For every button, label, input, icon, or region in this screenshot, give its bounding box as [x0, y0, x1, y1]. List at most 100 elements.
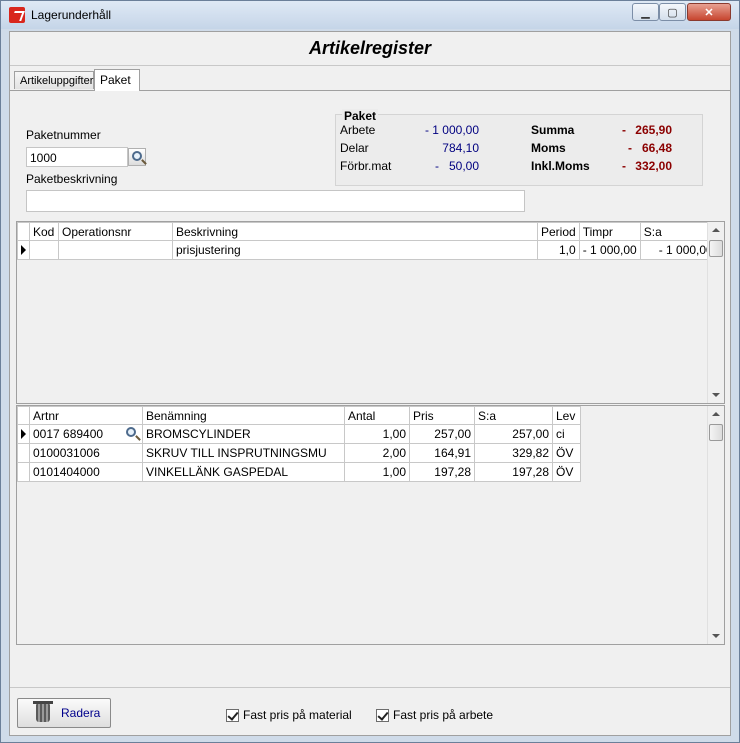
parts-grid[interactable]: Artnr Benämning Antal Pris S:a Lev 0017 …	[16, 405, 725, 645]
client-area: Artikelregister Artikeluppgifter Paket P…	[9, 31, 731, 736]
minimize-button[interactable]: ▁	[632, 3, 659, 21]
cell-sa[interactable]: 329,82	[474, 443, 553, 463]
maximize-icon: ▢	[667, 6, 678, 19]
column-header-lev[interactable]: Lev	[552, 406, 581, 425]
cell-artnr[interactable]: 0101404000	[29, 462, 143, 482]
bottom-bar: Radera Fast pris på material Fast pris p…	[10, 687, 730, 735]
app-window: Lagerunderhåll ▁ ▢ ✕ Artikelregister Art…	[0, 0, 740, 743]
table-row[interactable]: 0100031006 SKRUV TILL INSPRUTNINGSMU 2,0…	[17, 443, 581, 463]
package-lookup-button[interactable]	[128, 148, 146, 166]
checkbox-checked-icon[interactable]	[226, 708, 239, 722]
fixed-price-labor-checkbox[interactable]: Fast pris på arbete	[376, 708, 493, 722]
trash-bin-icon	[33, 701, 53, 722]
cell-beskrivning[interactable]: prisjustering	[172, 240, 538, 260]
total-label-moms: Moms	[531, 141, 566, 155]
magnifier-icon	[126, 427, 136, 437]
cell-pris[interactable]: 197,28	[409, 462, 475, 482]
column-header-antal[interactable]: Antal	[344, 406, 410, 425]
cell-benamning[interactable]: SKRUV TILL INSPRUTNINGSMU	[142, 443, 345, 463]
row-selector-header	[17, 222, 30, 241]
cell-antal[interactable]: 1,00	[344, 462, 410, 482]
table-row[interactable]: prisjustering 1,0 - 1 000,00 - 1 000,00	[17, 240, 717, 260]
row-selector[interactable]	[17, 443, 30, 463]
cell-kod[interactable]	[29, 240, 59, 260]
table-row[interactable]: 0017 689400 BROMSCYLINDER 1,00 257,00 25…	[17, 424, 581, 444]
parts-table: Artnr Benämning Antal Pris S:a Lev 0017 …	[17, 406, 581, 482]
cell-timpr[interactable]: - 1 000,00	[578, 240, 641, 260]
row-selector[interactable]	[17, 240, 30, 260]
cell-pris[interactable]: 257,00	[409, 424, 475, 444]
maximize-button[interactable]: ▢	[659, 3, 686, 21]
column-header-operationsnr[interactable]: Operationsnr	[58, 222, 173, 241]
close-icon: ✕	[704, 6, 714, 19]
current-row-arrow-icon	[21, 245, 26, 255]
summary-value-delar: 784,10	[442, 141, 479, 155]
row-selector[interactable]	[17, 424, 30, 444]
cell-lev[interactable]: ÖV	[552, 462, 581, 482]
cell-pris[interactable]: 164,91	[409, 443, 475, 463]
cell-sa[interactable]: 197,28	[474, 462, 553, 482]
summary-label-forbrmat: Förbr.mat	[340, 159, 392, 173]
operations-scrollbar[interactable]	[707, 222, 724, 403]
scroll-thumb[interactable]	[709, 240, 723, 257]
magnifier-icon	[132, 151, 142, 161]
title-bar[interactable]: Lagerunderhåll ▁ ▢ ✕	[1, 1, 739, 29]
summary-title: Paket	[342, 109, 379, 123]
cell-sa[interactable]: 257,00	[474, 424, 553, 444]
package-summary-group: Paket Arbete - 1 000,00 Delar 784,10 För…	[335, 109, 703, 186]
column-header-artnr[interactable]: Artnr	[29, 406, 143, 425]
cell-antal[interactable]: 1,00	[344, 424, 410, 444]
operations-grid[interactable]: Kod Operationsnr Beskrivning Period Timp…	[16, 221, 725, 404]
scroll-up-icon[interactable]	[712, 228, 720, 232]
column-header-pris[interactable]: Pris	[409, 406, 475, 425]
cell-period[interactable]: 1,0	[537, 240, 580, 260]
table-row[interactable]: 0101404000 VINKELLÄNK GASPEDAL 1,00 197,…	[17, 462, 581, 482]
column-header-period[interactable]: Period	[537, 222, 580, 241]
scroll-thumb[interactable]	[709, 424, 723, 441]
cell-artnr[interactable]: 0017 689400	[29, 424, 143, 444]
cell-antal[interactable]: 2,00	[344, 443, 410, 463]
window-title: Lagerunderhåll	[31, 8, 112, 22]
row-selector-header	[17, 406, 30, 425]
artnr-lookup-button[interactable]	[123, 425, 140, 442]
total-value-summa: 265,90	[635, 123, 672, 137]
row-selector[interactable]	[17, 462, 30, 482]
scroll-down-icon[interactable]	[712, 634, 720, 638]
minimize-icon: ▁	[641, 6, 650, 19]
app-logo-icon	[9, 7, 25, 23]
cell-benamning[interactable]: VINKELLÄNK GASPEDAL	[142, 462, 345, 482]
package-number-label: Paketnummer	[26, 128, 101, 142]
close-button[interactable]: ✕	[687, 3, 731, 21]
cell-artnr-text: 0017 689400	[33, 427, 104, 441]
summary-label-delar: Delar	[340, 141, 369, 155]
cell-sa[interactable]: - 1 000,00	[639, 240, 717, 260]
column-header-benamning[interactable]: Benämning	[142, 406, 345, 425]
delete-button-label: Radera	[61, 706, 101, 720]
parts-header-row: Artnr Benämning Antal Pris S:a Lev	[17, 406, 581, 425]
total-label-summa: Summa	[531, 123, 575, 137]
cell-operationsnr[interactable]	[58, 240, 173, 260]
scroll-up-icon[interactable]	[712, 412, 720, 416]
column-header-beskrivning[interactable]: Beskrivning	[172, 222, 538, 241]
column-header-sa[interactable]: S:a	[639, 222, 717, 241]
cell-artnr[interactable]: 0100031006	[29, 443, 143, 463]
package-desc-label: Paketbeskrivning	[26, 172, 118, 186]
cell-lev[interactable]: ci	[552, 424, 581, 444]
paket-tab-panel: Paketnummer 1000 Paketbeskrivning Paket …	[10, 90, 730, 690]
tab-paket[interactable]: Paket	[94, 69, 140, 91]
cell-benamning[interactable]: BROMSCYLINDER	[142, 424, 345, 444]
cell-lev[interactable]: ÖV	[552, 443, 581, 463]
total-value-inklmoms: 332,00	[635, 159, 672, 173]
parts-scrollbar[interactable]	[707, 406, 724, 644]
tab-artikeluppgifter[interactable]: Artikeluppgifter	[14, 71, 94, 89]
checkbox-checked-icon[interactable]	[376, 708, 389, 722]
column-header-kod[interactable]: Kod	[29, 222, 59, 241]
current-row-arrow-icon	[21, 429, 26, 439]
column-header-sa[interactable]: S:a	[474, 406, 553, 425]
package-number-input[interactable]: 1000	[26, 147, 128, 167]
column-header-timpr[interactable]: Timpr	[578, 222, 641, 241]
package-desc-input[interactable]	[26, 190, 525, 212]
scroll-down-icon[interactable]	[712, 393, 720, 397]
fixed-price-material-checkbox[interactable]: Fast pris på material	[226, 708, 352, 722]
delete-button[interactable]: Radera	[17, 698, 111, 728]
